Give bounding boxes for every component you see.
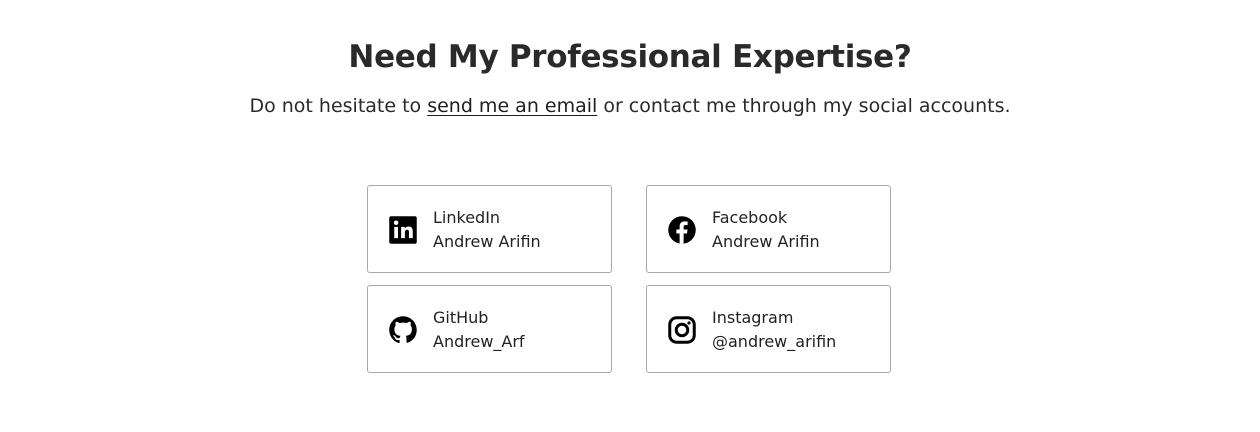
social-card-texts: GitHub Andrew_Arf [433, 306, 525, 354]
email-link[interactable]: send me an email [427, 95, 597, 117]
contact-description: Do not hesitate to send me an email or c… [0, 93, 1260, 119]
page-title: Need My Professional Expertise? [348, 39, 912, 75]
facebook-icon [667, 215, 697, 245]
social-platform-label: Facebook [712, 208, 788, 227]
social-handle-label: @andrew_arifin [712, 332, 837, 351]
social-card-facebook[interactable]: Facebook Andrew Arifin [646, 185, 891, 273]
social-card-linkedin[interactable]: LinkedIn Andrew Arifin [367, 185, 612, 273]
social-card-texts: Instagram @andrew_arifin [712, 306, 836, 354]
social-card-texts: LinkedIn Andrew Arifin [433, 206, 541, 254]
social-handle-label: Andrew Arifin [433, 232, 541, 251]
instagram-icon [667, 315, 697, 345]
social-platform-label: LinkedIn [433, 208, 501, 227]
social-handle-label: Andrew_Arf [433, 332, 525, 351]
social-card-github[interactable]: GitHub Andrew_Arf [367, 285, 612, 373]
social-card-instagram[interactable]: Instagram @andrew_arifin [646, 285, 891, 373]
contact-section: Need My Professional Expertise? Do not h… [0, 0, 1260, 432]
social-card-texts: Facebook Andrew Arifin [712, 206, 820, 254]
github-icon [388, 315, 418, 345]
social-handle-label: Andrew Arifin [712, 232, 820, 251]
social-platform-label: Instagram [712, 308, 794, 327]
description-text-before: Do not hesitate to [249, 95, 428, 117]
linkedin-icon [388, 215, 418, 245]
social-platform-label: GitHub [433, 308, 489, 327]
description-text-after: or contact me through my social accounts… [597, 95, 1011, 117]
